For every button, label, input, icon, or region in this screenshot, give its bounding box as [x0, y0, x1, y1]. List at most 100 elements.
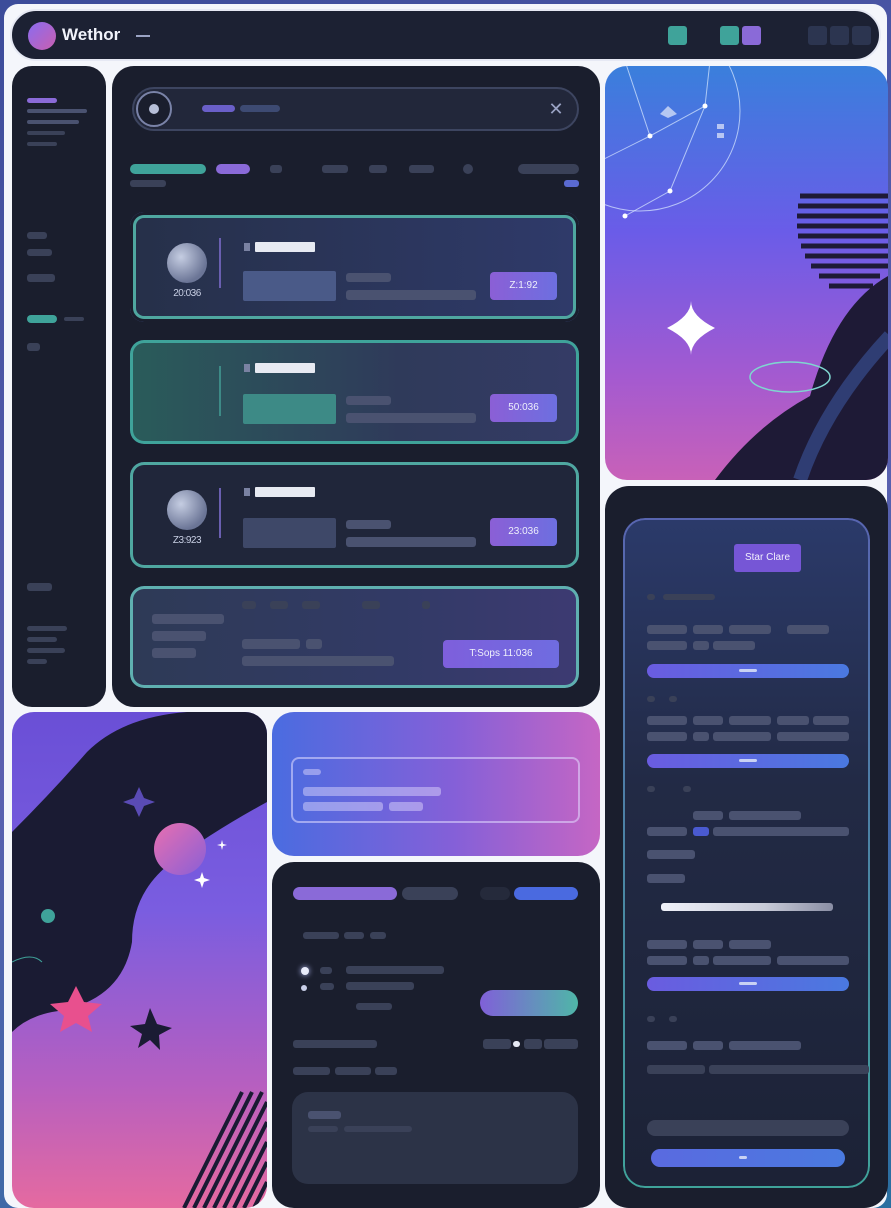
summary-meta [306, 639, 322, 649]
phone-row [647, 641, 687, 650]
summary-action-button[interactable]: T:Sops 11:036 [443, 640, 559, 668]
phone-row [693, 625, 723, 634]
settings-tab[interactable] [402, 887, 458, 900]
filter-tab-active[interactable] [130, 164, 206, 174]
app-title: Wethor [62, 25, 121, 44]
summary-card[interactable]: T:Sops 11:036 [130, 586, 579, 688]
phone-row [647, 956, 687, 965]
filter-dot[interactable] [463, 164, 473, 174]
sidebar-item[interactable] [27, 343, 40, 351]
toggle-switch[interactable] [480, 990, 578, 1016]
phone-slider[interactable] [661, 903, 833, 911]
header-square-dark-2[interactable] [830, 26, 849, 45]
filter-tab[interactable] [409, 165, 434, 173]
main-list-panel: ✕ 20:036 Z:1:92 50:036 Z3:923 23:036 T:S… [112, 66, 600, 707]
list-card[interactable]: Z3:923 23:036 [130, 462, 579, 568]
filter-tab[interactable] [369, 165, 387, 173]
phone-toggle[interactable] [693, 827, 709, 836]
phone-label [647, 786, 655, 792]
summary-meta [242, 639, 300, 649]
sidebar-item[interactable] [27, 274, 55, 282]
sidebar-item[interactable] [27, 583, 52, 591]
settings-line [344, 932, 364, 939]
header-square-teal-2[interactable] [720, 26, 739, 45]
phone-row [647, 874, 685, 883]
phone-row [647, 940, 687, 949]
card-avatar-icon [167, 243, 207, 283]
close-icon[interactable]: ✕ [545, 98, 567, 120]
phone-row [787, 625, 829, 634]
settings-tab[interactable] [480, 887, 510, 900]
sidebar-item-active[interactable] [27, 98, 57, 103]
phone-row [693, 641, 709, 650]
sidebar [12, 66, 106, 707]
settings-line [356, 1003, 392, 1010]
settings-indicator [513, 1041, 520, 1047]
list-card[interactable]: 20:036 Z:1:92 [130, 212, 579, 322]
start-chip-button[interactable]: Star Clare [734, 544, 801, 572]
artwork-illustration [605, 66, 888, 480]
phone-action-button[interactable] [647, 664, 849, 678]
phone-action-button[interactable] [647, 977, 849, 991]
card-action-button[interactable]: 50:036 [490, 394, 557, 422]
radio-icon[interactable] [301, 985, 307, 991]
settings-tab[interactable] [514, 887, 578, 900]
sidebar-item-selected[interactable] [27, 315, 57, 323]
logo-icon[interactable] [28, 22, 56, 50]
phone-row [647, 827, 687, 836]
card-divider [219, 238, 221, 288]
settings-line [524, 1039, 542, 1049]
phone-label [683, 786, 691, 792]
phone-row [647, 625, 687, 634]
phone-label [669, 1016, 677, 1022]
list-card[interactable]: 50:036 [130, 340, 579, 444]
card-name [255, 487, 315, 497]
highlight-card-inner [291, 757, 580, 823]
phone-preview-panel: Star Clare [605, 486, 888, 1208]
filter-subline-accent [564, 180, 579, 187]
phone-action-button[interactable] [647, 754, 849, 768]
radio-icon[interactable] [301, 967, 309, 975]
sidebar-item[interactable] [27, 232, 47, 239]
highlight-line [303, 802, 383, 811]
card-thumbnail [243, 271, 336, 301]
settings-line [335, 1067, 371, 1075]
sidebar-line [27, 120, 79, 124]
header-square-dark-1[interactable] [808, 26, 827, 45]
card-avatar-icon [167, 490, 207, 530]
phone-row [713, 956, 771, 965]
phone-row [713, 641, 755, 650]
filter-tab[interactable] [322, 165, 348, 173]
settings-line [303, 932, 339, 939]
settings-line [293, 1040, 377, 1048]
header-square-dark-3[interactable] [852, 26, 871, 45]
phone-input[interactable] [647, 1120, 849, 1136]
highlight-card[interactable] [272, 712, 600, 856]
card-meta [346, 396, 391, 405]
notes-box[interactable] [292, 1092, 578, 1184]
phone-primary-button[interactable] [651, 1149, 845, 1167]
phone-label [669, 696, 677, 702]
phone-row [729, 940, 771, 949]
card-action-button[interactable]: 23:036 [490, 518, 557, 546]
header-square-teal[interactable] [668, 26, 687, 45]
phone-row [729, 1041, 801, 1050]
user-avatar-icon[interactable] [136, 91, 172, 127]
filter-slider[interactable] [518, 164, 579, 174]
phone-row [647, 1041, 687, 1050]
filter-subline [130, 180, 166, 187]
search-bar[interactable]: ✕ [132, 87, 579, 131]
card-meta [346, 273, 391, 282]
highlight-line [303, 787, 441, 796]
top-header: Wethor [10, 9, 881, 61]
filter-tab[interactable] [216, 164, 250, 174]
settings-tab-active[interactable] [293, 887, 397, 900]
card-tick [244, 364, 250, 372]
card-action-button[interactable]: Z:1:92 [490, 272, 557, 300]
phone-row [647, 1065, 705, 1074]
sidebar-item[interactable] [27, 249, 52, 256]
filter-tab[interactable] [270, 165, 282, 173]
phone-row [713, 732, 771, 741]
header-square-purple[interactable] [742, 26, 761, 45]
phone-label [663, 594, 715, 600]
